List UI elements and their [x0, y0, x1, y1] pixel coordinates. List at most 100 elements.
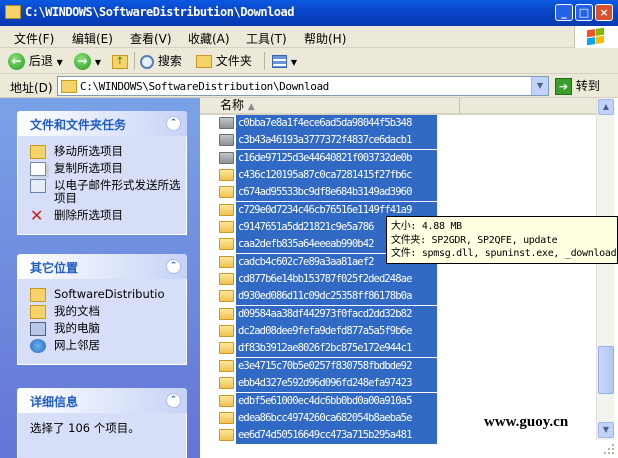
- views-icon: [272, 55, 287, 68]
- file-tasks-panel: 文件和文件夹任务 ⌃ 移动所选项目 复制所选项目 以电子邮件形式发送所选项目 ✕…: [17, 111, 187, 235]
- folder-icon: [196, 55, 212, 68]
- window-title: C:\WINDOWS\SoftwareDistribution\Download: [25, 5, 294, 19]
- chevron-down-icon: ▼: [56, 58, 63, 67]
- views-button[interactable]: ▼: [272, 51, 297, 71]
- task-email[interactable]: 以电子邮件形式发送所选项目: [30, 179, 186, 205]
- details-header[interactable]: 详细信息 ⌃: [17, 388, 187, 413]
- list-item-name: dc2ad08dee9fefa9defd877a5a5f9b6e: [236, 323, 437, 341]
- list-item[interactable]: c16de97125d3e44640821f003732de0b: [200, 149, 596, 167]
- sort-arrow-icon: ▲: [247, 102, 255, 112]
- forward-button[interactable]: → ▼: [74, 51, 101, 71]
- close-button[interactable]: ×: [595, 4, 613, 21]
- list-item[interactable]: cd877b6e14bb153787f025f2ded248ae: [200, 271, 596, 289]
- list-item-name: c436c120195a87c0ca7281415f27fb6c: [236, 167, 437, 185]
- menu-file[interactable]: 文件(F): [14, 30, 54, 47]
- menu-bar: 文件(F) 编辑(E) 查看(V) 收藏(A) 工具(T) 帮助(H): [0, 26, 618, 48]
- scroll-down-button[interactable]: ▼: [598, 422, 614, 438]
- folder-icon: [219, 307, 234, 320]
- task-copy[interactable]: 复制所选项目: [30, 162, 186, 176]
- list-item[interactable]: d930ed086d11c09dc25358ff86178b0a: [200, 288, 596, 306]
- list-item[interactable]: ebb4d327e592d96d096fd248efa97423: [200, 375, 596, 393]
- details-title: 详细信息: [30, 395, 79, 409]
- go-button[interactable]: ➔ 转到: [555, 77, 600, 95]
- folder-icon: [219, 394, 234, 407]
- list-item[interactable]: c0bba7e8a1f4ece6ad5da98044f5b348: [200, 115, 596, 132]
- go-arrow-icon: ➔: [555, 78, 572, 95]
- list-item-name: edea86bcc4974260ca682054b8aeba5e: [236, 409, 437, 427]
- list-item[interactable]: edbf5e61000ec4dc6bb0bd0a00a910a5: [200, 392, 596, 410]
- search-icon: [140, 54, 154, 69]
- toolbar-separator: [134, 52, 135, 70]
- collapse-chevron-icon[interactable]: ⌃: [166, 259, 181, 274]
- menu-help[interactable]: 帮助(H): [304, 30, 346, 47]
- folder-icon: [61, 80, 77, 93]
- resize-grip-icon[interactable]: [600, 440, 616, 456]
- address-label: 地址(D): [10, 81, 53, 95]
- collapse-chevron-icon[interactable]: ⌃: [166, 393, 181, 408]
- watermark: www.guoy.cn: [484, 414, 569, 430]
- list-item[interactable]: c436c120195a87c0ca7281415f27fb6c: [200, 167, 596, 185]
- folder-icon: [219, 359, 234, 372]
- place-network[interactable]: 网上邻居: [30, 338, 186, 353]
- maximize-button[interactable]: □: [575, 4, 593, 21]
- chevron-down-icon[interactable]: ▼: [531, 77, 548, 95]
- list-item[interactable]: e3e4715c70b5e0257f830758fbdbde92: [200, 357, 596, 375]
- menu-tools[interactable]: 工具(T): [246, 30, 287, 47]
- tooltip-size: 大小: 4.88 MB: [391, 221, 462, 232]
- scroll-thumb[interactable]: [598, 346, 614, 394]
- list-item[interactable]: d09584aa38df442973f0facd2dd32b82: [200, 305, 596, 323]
- search-button[interactable]: 搜索: [140, 51, 182, 71]
- file-tasks-header[interactable]: 文件和文件夹任务 ⌃: [17, 111, 187, 136]
- address-field[interactable]: C:\WINDOWS\SoftwareDistribution\Download…: [57, 76, 549, 96]
- menu-favorites[interactable]: 收藏(A): [188, 30, 230, 47]
- collapse-chevron-icon[interactable]: ⌃: [166, 116, 181, 131]
- other-places-header[interactable]: 其它位置 ⌃: [17, 254, 187, 279]
- folder-icon: [219, 186, 234, 199]
- windows-logo: [574, 26, 618, 48]
- address-path: C:\WINDOWS\SoftwareDistribution\Download: [80, 80, 329, 93]
- place-label: 我的电脑: [54, 321, 100, 335]
- toolbar: ← 后退 ▼ → ▼ ↑ 搜索 文件夹 ▼: [0, 48, 618, 74]
- folder-icon: [219, 273, 234, 286]
- list-item[interactable]: df83b3912ae8026f2bc875e172e944c1: [200, 340, 596, 358]
- back-button[interactable]: ← 后退 ▼: [8, 51, 63, 71]
- gray-folder-icon: [219, 151, 234, 164]
- details-text: 选择了 106 个项目。: [30, 421, 140, 435]
- move-icon: [30, 145, 46, 159]
- task-delete[interactable]: ✕ 删除所选项目: [30, 208, 186, 224]
- place-softwaredistribution[interactable]: SoftwareDistributio: [30, 288, 186, 302]
- task-move[interactable]: 移动所选项目: [30, 145, 186, 159]
- details-panel: 详细信息 ⌃ 选择了 106 个项目。: [17, 388, 187, 458]
- title-bar[interactable]: C:\WINDOWS\SoftwareDistribution\Download…: [0, 0, 618, 26]
- scroll-up-button[interactable]: ▲: [598, 99, 614, 115]
- vertical-scrollbar[interactable]: ▲ ▼: [596, 98, 614, 440]
- folder-up-icon: ↑: [112, 54, 128, 69]
- task-pane: 文件和文件夹任务 ⌃ 移动所选项目 复制所选项目 以电子邮件形式发送所选项目 ✕…: [0, 98, 200, 458]
- place-my-computer[interactable]: 我的电脑: [30, 321, 186, 336]
- list-item-name: d930ed086d11c09dc25358ff86178b0a: [236, 288, 437, 306]
- column-name-header[interactable]: 名称 ▲: [200, 98, 460, 113]
- place-my-documents[interactable]: 我的文档: [30, 305, 186, 319]
- my-computer-icon: [30, 322, 46, 336]
- folder-icon: [5, 5, 21, 19]
- folders-button[interactable]: 文件夹: [196, 51, 252, 71]
- list-item[interactable]: c3b43a46193a3777372f4837ce6dacb1: [200, 132, 596, 150]
- list-item-name: d09584aa38df442973f0facd2dd32b82: [236, 305, 437, 323]
- folder-icon: [219, 325, 234, 338]
- list-item-name: ee6d74d50516649cc473a715b295a481: [236, 427, 437, 445]
- list-item-name: c0bba7e8a1f4ece6ad5da98044f5b348: [236, 115, 437, 132]
- tooltip-folders: 文件夹: SP2GDR, SP2QFE, update: [391, 234, 558, 246]
- folder-icon: [30, 288, 46, 302]
- list-item[interactable]: c674ad95533bc9df8e684b3149ad3960: [200, 184, 596, 202]
- folder-icon: [219, 203, 234, 216]
- up-button[interactable]: ↑: [112, 51, 128, 71]
- list-item-name: edbf5e61000ec4dc6bb0bd0a00a910a5: [236, 392, 437, 410]
- menu-view[interactable]: 查看(V): [130, 30, 172, 47]
- tooltip-files: 文件: spmsg.dll, spuninst.exe, _download: [391, 248, 617, 259]
- place-label: 网上邻居: [54, 338, 100, 352]
- column-header: 名称 ▲: [200, 98, 596, 115]
- minimize-button[interactable]: _: [555, 4, 573, 21]
- list-item-name: c16de97125d3e44640821f003732de0b: [236, 149, 437, 167]
- list-item[interactable]: dc2ad08dee9fefa9defd877a5a5f9b6e: [200, 323, 596, 341]
- menu-edit[interactable]: 编辑(E): [72, 30, 113, 47]
